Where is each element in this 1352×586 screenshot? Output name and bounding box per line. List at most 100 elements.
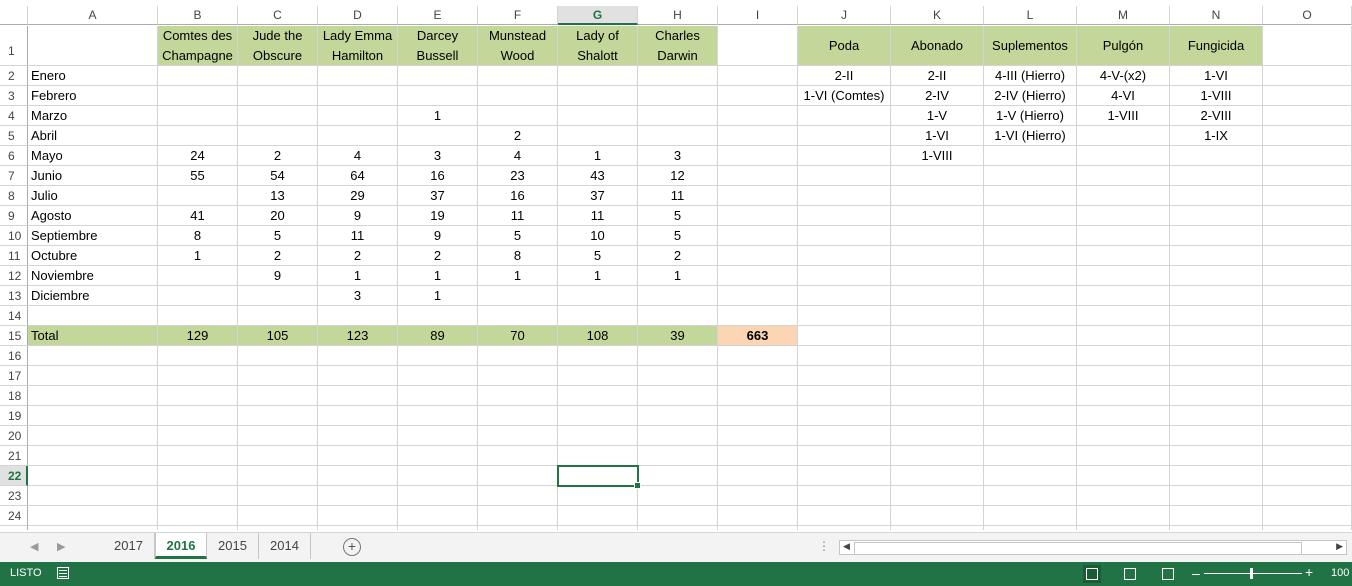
value-cell[interactable] (478, 106, 558, 126)
grid-cell[interactable] (28, 426, 158, 446)
task-cell-n[interactable]: 1-IX (1170, 126, 1263, 146)
grid-cell[interactable] (1263, 106, 1352, 126)
grid-cell[interactable] (1170, 466, 1263, 486)
grid-cell[interactable] (238, 466, 318, 486)
grid-cell[interactable] (984, 506, 1077, 526)
grid-cell[interactable] (398, 386, 478, 406)
grid-cell[interactable] (718, 306, 798, 326)
month-label[interactable]: Junio (28, 166, 158, 186)
value-cell[interactable]: 43 (558, 166, 638, 186)
grid-cell[interactable] (638, 386, 718, 406)
grid-cell[interactable] (398, 426, 478, 446)
grid-cell[interactable] (1170, 526, 1263, 530)
grid-cell[interactable] (798, 466, 891, 486)
grid-cell[interactable] (1263, 186, 1352, 206)
grid-cell[interactable] (238, 386, 318, 406)
grid-cell[interactable] (1170, 366, 1263, 386)
row-header[interactable]: 17 (0, 366, 28, 386)
value-cell[interactable] (318, 106, 398, 126)
value-cell[interactable]: 2 (238, 146, 318, 166)
grid-cell[interactable] (1170, 166, 1263, 186)
column-header-e[interactable]: E (398, 6, 478, 25)
grid-cell[interactable] (558, 386, 638, 406)
task-cell-n[interactable]: 1-VI (1170, 66, 1263, 86)
grid-cell[interactable] (1170, 226, 1263, 246)
value-cell[interactable]: 1 (398, 266, 478, 286)
grid-cell[interactable] (28, 526, 158, 530)
month-label[interactable]: Julio (28, 186, 158, 206)
grid-cell[interactable] (798, 346, 891, 366)
grid-cell[interactable] (718, 466, 798, 486)
grid-cell[interactable] (238, 366, 318, 386)
row-header[interactable]: 20 (0, 426, 28, 446)
grid-cell[interactable] (1170, 386, 1263, 406)
grid-cell[interactable] (238, 406, 318, 426)
grid-cell[interactable] (1077, 306, 1170, 326)
grid-cell[interactable] (891, 506, 984, 526)
grid-cell[interactable] (718, 186, 798, 206)
task-cell-l[interactable]: 4-III (Hierro) (984, 66, 1077, 86)
grid-cell[interactable] (1077, 446, 1170, 466)
grid-cell[interactable] (558, 306, 638, 326)
value-cell[interactable] (558, 286, 638, 306)
grid-cell[interactable] (158, 486, 238, 506)
grid-cell[interactable] (1263, 446, 1352, 466)
month-label[interactable]: Marzo (28, 106, 158, 126)
grid-cell[interactable] (891, 266, 984, 286)
grid-cell[interactable] (1077, 506, 1170, 526)
value-cell[interactable]: 19 (398, 206, 478, 226)
grid-cell[interactable] (1263, 506, 1352, 526)
grid-cell[interactable] (1170, 246, 1263, 266)
value-cell[interactable]: 5 (478, 226, 558, 246)
grid-cell[interactable] (1170, 506, 1263, 526)
scroll-right-icon[interactable]: ▶ (1336, 541, 1343, 552)
grid-cell[interactable] (1077, 486, 1170, 506)
grid-cell[interactable] (318, 406, 398, 426)
value-cell[interactable]: 12 (638, 166, 718, 186)
grid-cell[interactable] (798, 126, 891, 146)
grid-cell[interactable] (798, 266, 891, 286)
value-cell[interactable]: 64 (318, 166, 398, 186)
page-break-view-button[interactable] (1159, 565, 1177, 583)
value-cell[interactable] (158, 126, 238, 146)
header-cell-l[interactable]: Suplementos (984, 26, 1077, 66)
value-cell[interactable] (158, 286, 238, 306)
column-header-n[interactable]: N (1170, 6, 1263, 25)
task-cell-k[interactable]: 2-II (891, 66, 984, 86)
grid-cell[interactable] (398, 446, 478, 466)
sheet-tab-2014[interactable]: 2014 (259, 533, 311, 559)
grid-cell[interactable] (891, 406, 984, 426)
grid-cell[interactable] (718, 106, 798, 126)
grid-cell[interactable] (798, 366, 891, 386)
value-cell[interactable]: 55 (158, 166, 238, 186)
grid-cell[interactable] (718, 426, 798, 446)
grid-cell[interactable] (1077, 406, 1170, 426)
grid-cell[interactable] (798, 406, 891, 426)
task-cell-m[interactable]: 1-VIII (1077, 106, 1170, 126)
grid-cell[interactable] (28, 446, 158, 466)
grid-cell[interactable] (891, 246, 984, 266)
grid-cell[interactable] (718, 406, 798, 426)
grid-cell[interactable] (638, 426, 718, 446)
value-cell[interactable] (238, 286, 318, 306)
value-cell[interactable]: 4 (478, 146, 558, 166)
grid-cell[interactable] (1263, 26, 1352, 66)
grid-cell[interactable] (1077, 326, 1170, 346)
grid-cell[interactable] (398, 366, 478, 386)
grid-cell[interactable] (718, 346, 798, 366)
value-cell[interactable]: 3 (318, 286, 398, 306)
total-cell[interactable]: 70 (478, 326, 558, 346)
row-header[interactable]: 15 (0, 326, 28, 346)
value-cell[interactable]: 9 (238, 266, 318, 286)
zoom-slider-thumb[interactable] (1250, 568, 1253, 579)
grid-cell[interactable] (318, 426, 398, 446)
grid-cell[interactable] (28, 346, 158, 366)
grid-cell[interactable] (1077, 386, 1170, 406)
value-cell[interactable] (398, 66, 478, 86)
grid-cell[interactable] (158, 306, 238, 326)
grid-cell[interactable] (1263, 386, 1352, 406)
grid-cell[interactable] (478, 466, 558, 486)
grid-cell[interactable] (984, 246, 1077, 266)
grid-cell[interactable] (1170, 486, 1263, 506)
grid-cell[interactable] (1263, 166, 1352, 186)
